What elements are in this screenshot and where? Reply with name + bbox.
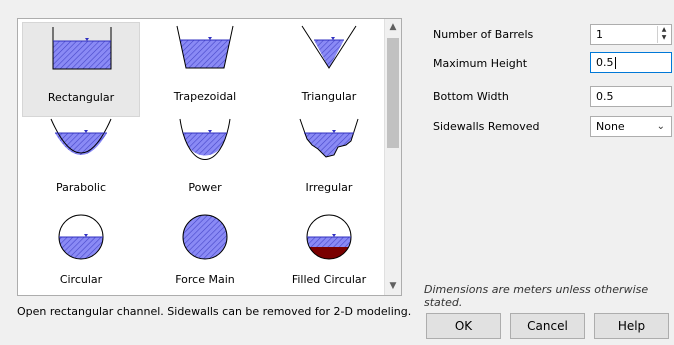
chevron-down-icon: ⌄ [656,121,665,132]
shape-label: Irregular [305,181,353,194]
shape-label: Triangular [301,90,357,103]
shape-force-main[interactable]: Force Main [146,205,264,295]
sidewalls-label: Sidewalls Removed [433,120,540,133]
shape-label: Circular [59,273,103,286]
shape-label: Filled Circular [291,273,367,286]
parabolic-channel-icon [50,118,112,155]
units-note: Dimensions are meters unless otherwise s… [424,283,649,309]
help-button[interactable]: Help [594,313,669,339]
shape-rectangular[interactable]: Rectangular [22,22,140,117]
barrels-value: 1 [596,28,603,41]
scrollbar-thumb[interactable] [387,38,399,148]
text-caret [614,57,616,69]
triangular-channel-icon [301,25,357,69]
rectangular-channel-icon [52,27,112,70]
bottom-width-input[interactable]: 0.5 [590,86,672,107]
barrels-stepper[interactable]: 1 ▲ ▼ [590,24,672,45]
shape-power[interactable]: Power [146,113,264,208]
shape-parabolic[interactable]: Parabolic [22,113,140,208]
shape-label: Parabolic [55,181,106,194]
shape-description: Open rectangular channel. Sidewalls can … [17,305,412,318]
shape-label: Trapezoidal [173,90,237,103]
max-height-label: Maximum Height [433,57,528,70]
shape-trapezoidal[interactable]: Trapezoidal [146,22,264,117]
power-channel-icon [179,118,231,160]
scroll-down-icon[interactable]: ▼ [385,278,401,295]
shape-gallery[interactable]: Rectangular Trapezoidal Triangular Parab… [17,18,402,296]
irregular-channel-icon [299,118,359,158]
max-height-value: 0.5 [596,56,614,69]
bottom-width-label: Bottom Width [433,90,509,103]
stepper-buttons[interactable]: ▲ ▼ [657,26,670,43]
barrels-label: Number of Barrels [433,28,534,41]
shape-irregular[interactable]: Irregular [270,113,388,208]
shape-filled-circular[interactable]: Filled Circular [270,205,388,295]
cancel-button[interactable]: Cancel [510,313,585,339]
shape-circular[interactable]: Circular [22,205,140,295]
shape-triangular[interactable]: Triangular [270,22,388,117]
filled-circular-conduit-icon [306,214,352,260]
stepper-up-icon[interactable]: ▲ [658,26,670,34]
stepper-down-icon[interactable]: ▼ [658,34,670,42]
sidewalls-value: None [596,120,625,133]
gallery-scrollbar[interactable]: ▲ ▼ [384,19,401,295]
sidewalls-select[interactable]: None ⌄ [590,116,672,137]
max-height-input[interactable]: 0.5 [590,52,672,73]
scroll-up-icon[interactable]: ▲ [385,19,401,36]
shape-label: Rectangular [47,91,115,104]
force-main-icon [182,214,228,260]
trapezoidal-channel-icon [176,25,234,69]
circular-conduit-icon [58,214,104,260]
shape-label: Force Main [175,273,235,286]
ok-button[interactable]: OK [426,313,501,339]
bottom-width-value: 0.5 [596,90,614,103]
shape-label: Power [188,181,222,194]
